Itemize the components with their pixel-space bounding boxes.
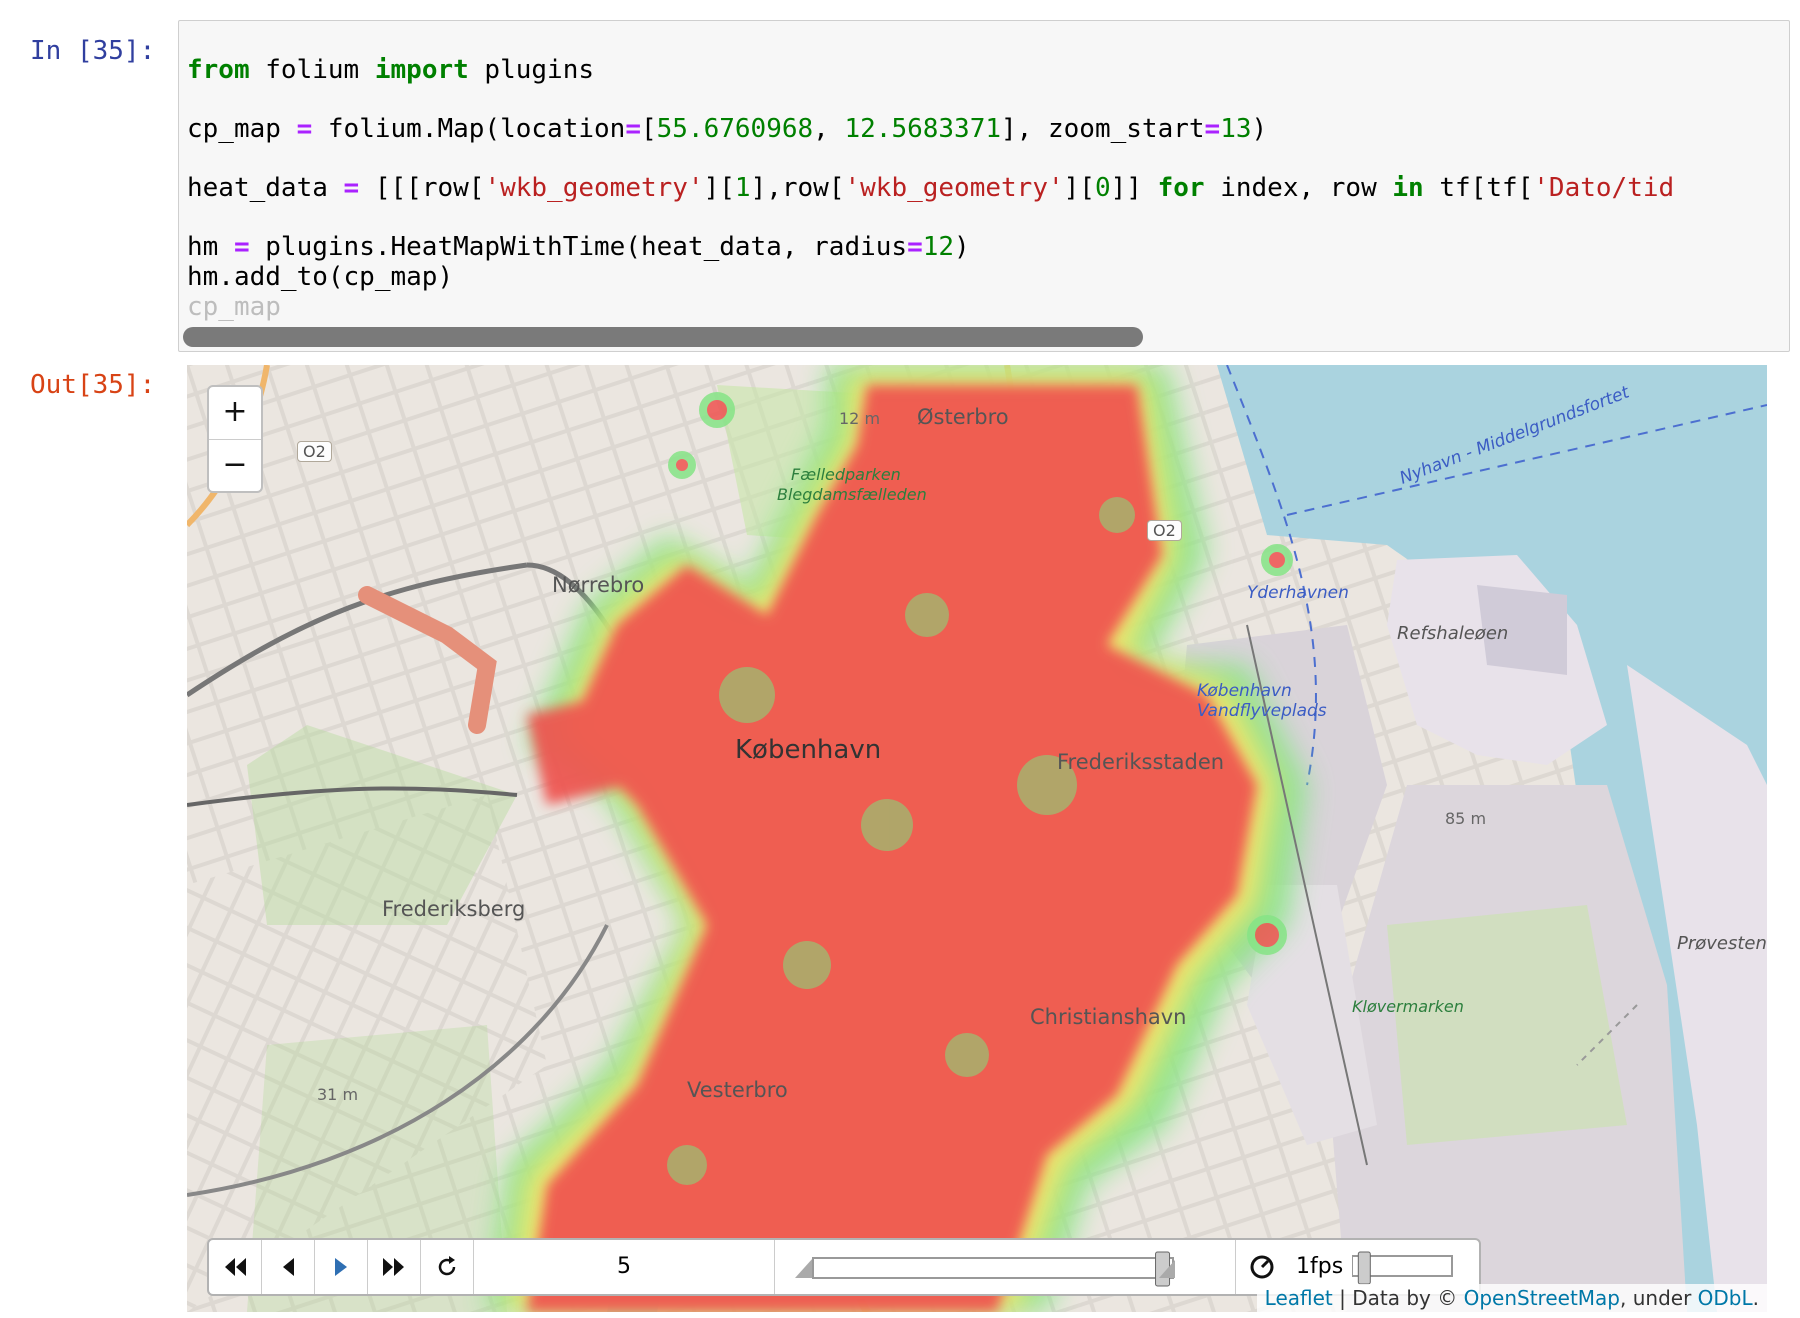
code-token: ][ xyxy=(703,173,735,203)
code-token: = xyxy=(1204,114,1221,144)
code-line-6: cp_map xyxy=(187,292,281,322)
attribution-text: , under xyxy=(1620,1286,1698,1310)
forward-button[interactable] xyxy=(368,1240,421,1294)
code-line-3: heat_data = [[[row['wkb_geometry'][1],ro… xyxy=(187,173,1674,203)
map-label-elevation: 85 m xyxy=(1445,809,1487,828)
code-token: 12 xyxy=(922,232,955,262)
output-prompt: Out[35]: xyxy=(30,370,156,400)
code-token: ][ xyxy=(1063,173,1095,203)
code-token: = xyxy=(233,232,250,262)
map-label-blegdam: Blegdamsfælleden xyxy=(777,485,927,504)
code-token: 12.5683371 xyxy=(844,114,1002,144)
code-token: , xyxy=(813,114,845,144)
map-label-frederiksstaden: Frederiksstaden xyxy=(1057,750,1225,774)
time-slider-track xyxy=(795,1251,1175,1287)
code-token: in xyxy=(1392,173,1424,203)
code-token: 55.6760968 xyxy=(656,114,814,144)
leaflet-link[interactable]: Leaflet xyxy=(1265,1286,1333,1310)
road-shield: O2 xyxy=(1147,520,1182,541)
play-icon xyxy=(335,1258,347,1276)
code-token: folium xyxy=(249,55,375,85)
map-label-christianshavn: Christianshavn xyxy=(1030,1005,1187,1029)
map-label-faelledparken: Fælledparken xyxy=(791,465,901,484)
zoom-in-button[interactable]: + xyxy=(209,387,261,440)
code-token: ) xyxy=(1251,114,1268,144)
map-label-osterbro: Østerbro xyxy=(917,405,1009,429)
code-token: import xyxy=(374,55,469,85)
map-label-elevation: 31 m xyxy=(317,1085,359,1104)
map-label-vandflyveplads-2: Vandflyveplads xyxy=(1197,701,1327,721)
code-token: 1 xyxy=(734,173,751,203)
code-token: cp_map xyxy=(187,114,297,144)
code-token: ], zoom_start xyxy=(1001,114,1205,144)
attribution-text: . xyxy=(1752,1286,1759,1310)
map-label-vandflyveplads-1: København xyxy=(1197,681,1292,701)
code-token: folium.Map(location xyxy=(312,114,626,144)
code-token: = xyxy=(907,232,923,262)
time-display: 5 xyxy=(474,1240,775,1294)
code-token: for xyxy=(1157,173,1205,203)
map-label-provesten: Prøvesten xyxy=(1677,933,1767,954)
code-token: = xyxy=(343,173,360,203)
code-token: 'Dato/tid xyxy=(1533,173,1675,203)
code-token: tf[tf[ xyxy=(1423,173,1534,203)
code-line-5: hm.add_to(cp_map) xyxy=(187,262,454,292)
fps-label: 1fps xyxy=(1296,1254,1344,1279)
fast-forward-icon xyxy=(383,1258,404,1276)
code-token: = xyxy=(625,114,641,144)
code-token: plugins xyxy=(468,55,595,85)
map-label-elevation: 12 m xyxy=(839,409,881,428)
map-label-kobenhavn: København xyxy=(735,735,882,765)
code-line-2: cp_map = folium.Map(location=[55.6760968… xyxy=(187,114,1267,144)
map-label-norrebro: Nørrebro xyxy=(552,573,645,597)
horizontal-scrollbar[interactable] xyxy=(183,327,1143,347)
openstreetmap-link[interactable]: OpenStreetMap xyxy=(1464,1286,1620,1310)
step-back-icon xyxy=(283,1258,294,1276)
zoom-control: + − xyxy=(207,385,263,493)
play-button[interactable] xyxy=(315,1240,368,1294)
refresh-icon xyxy=(438,1256,456,1276)
code-token: from xyxy=(187,55,250,85)
map-label-refshaleoen: Refshaleøen xyxy=(1397,623,1509,644)
input-prompt: In [35]: xyxy=(30,36,156,66)
loop-button[interactable] xyxy=(421,1240,474,1294)
code-token: plugins.HeatMapWithTime(heat_data, radiu… xyxy=(249,232,908,262)
odbl-link[interactable]: ODbL xyxy=(1698,1286,1753,1310)
map-label-frederiksberg: Frederiksberg xyxy=(382,897,526,921)
map-label-klovermarken: Kløvermarken xyxy=(1352,997,1464,1016)
code-token: index, row xyxy=(1204,173,1393,203)
zoom-out-button[interactable]: − xyxy=(209,440,261,492)
code-token: ],row[ xyxy=(750,173,845,203)
code-token: = xyxy=(296,114,313,144)
backward-button[interactable] xyxy=(209,1240,262,1294)
time-slider[interactable] xyxy=(775,1240,1236,1294)
map-label-yderhavnen: Yderhavnen xyxy=(1247,583,1349,603)
code-token: 'wkb_geometry' xyxy=(844,173,1064,203)
code-cell[interactable]: from folium import plugins cp_map = foli… xyxy=(178,20,1790,352)
map-label-vesterbro: Vesterbro xyxy=(687,1078,788,1102)
code-line-4: hm = plugins.HeatMapWithTime(heat_data, … xyxy=(187,232,970,262)
road-shield: O2 xyxy=(297,441,332,462)
rewind-icon xyxy=(225,1258,246,1276)
code-token: ]] xyxy=(1110,173,1158,203)
code-line-1: from folium import plugins xyxy=(187,55,594,85)
code-token: [[[row[ xyxy=(359,173,485,203)
map-tiles xyxy=(187,365,1767,1312)
code-token: [ xyxy=(640,114,657,144)
step-back-button[interactable] xyxy=(262,1240,315,1294)
heatmap-map[interactable]: København Østerbro Nørrebro Frederikssta… xyxy=(187,365,1767,1312)
code-token: heat_data xyxy=(187,173,344,203)
map-attribution: Leaflet | Data by © OpenStreetMap, under… xyxy=(1256,1284,1767,1312)
attribution-text: | Data by © xyxy=(1332,1286,1464,1310)
code-token: 'wkb_geometry' xyxy=(484,173,704,203)
code-token: ) xyxy=(954,232,970,262)
code-token: 0 xyxy=(1094,173,1111,203)
code-token: 13 xyxy=(1220,114,1252,144)
code-token: hm xyxy=(187,232,234,262)
